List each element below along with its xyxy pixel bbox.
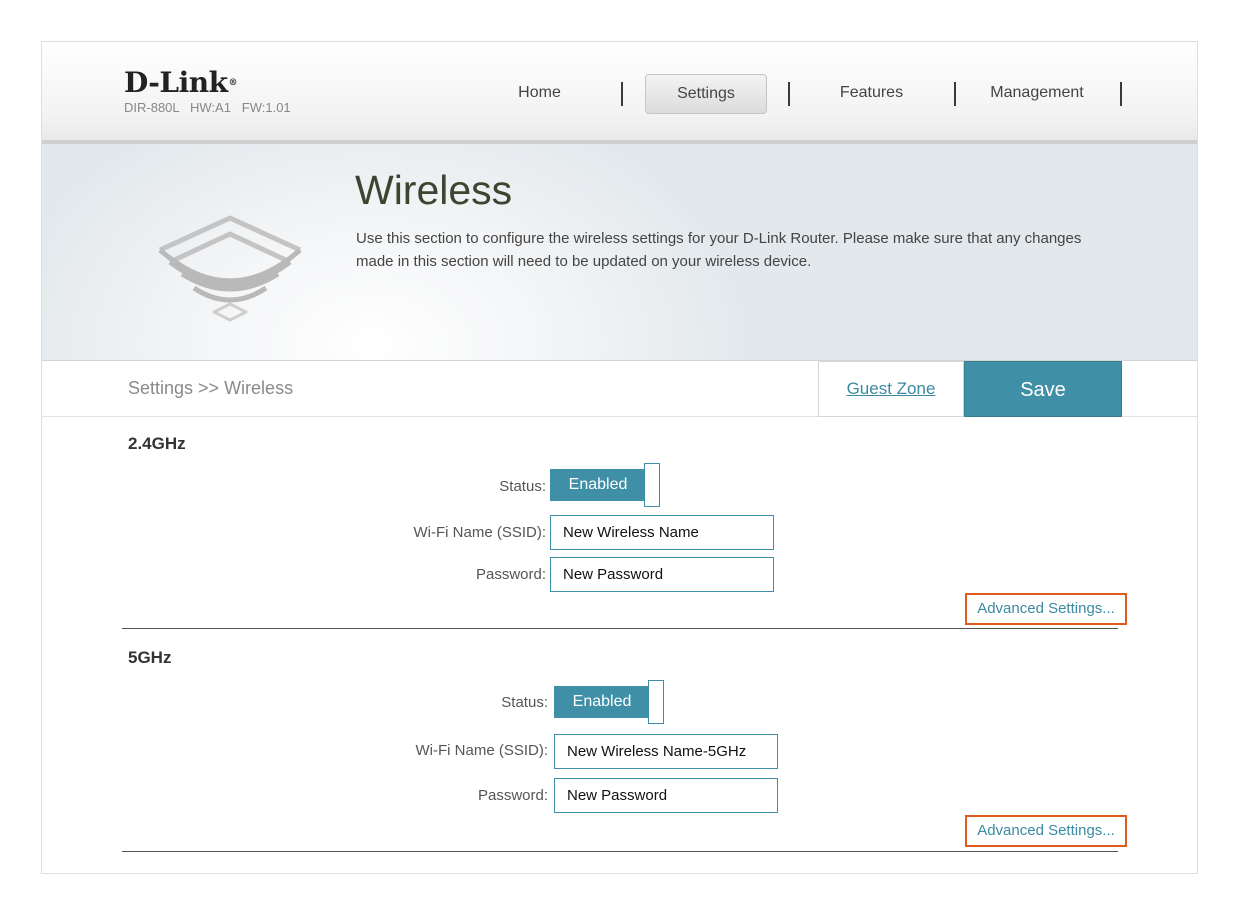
nav-separator xyxy=(1120,82,1122,106)
router-admin-page: D-Link® DIR-880L HW:A1 FW:1.01 Home Sett… xyxy=(41,41,1198,874)
section-divider xyxy=(122,851,1118,852)
status-label: Status: xyxy=(499,478,546,495)
ssid-label: Wi-Fi Name (SSID): xyxy=(413,524,547,541)
status-toggle-5ghz[interactable]: Enabled xyxy=(554,680,666,724)
nav-features[interactable]: Features xyxy=(812,74,931,114)
section-divider xyxy=(122,628,1118,629)
model-info: DIR-880L HW:A1 FW:1.01 xyxy=(124,100,291,115)
nav-home[interactable]: Home xyxy=(482,74,597,114)
dlink-logo: D-Link® xyxy=(124,66,238,99)
nav-settings[interactable]: Settings xyxy=(645,74,767,114)
password-input-2-4ghz[interactable] xyxy=(550,557,774,592)
page-title: Wireless xyxy=(355,167,513,213)
password-label: Password: xyxy=(475,566,546,583)
top-header: D-Link® DIR-880L HW:A1 FW:1.01 Home Sett… xyxy=(42,42,1197,144)
password-label: Password: xyxy=(477,787,548,804)
advanced-settings-link-2-4ghz[interactable]: Advanced Settings... xyxy=(965,593,1127,625)
status-label: Status: xyxy=(501,694,548,711)
status-value: Enabled xyxy=(550,469,646,501)
band-title-2-4ghz: 2.4GHz xyxy=(128,434,186,453)
wifi-signal-icon xyxy=(158,215,302,322)
nav-management[interactable]: Management xyxy=(977,74,1097,114)
toggle-knob[interactable] xyxy=(648,680,664,724)
status-value: Enabled xyxy=(554,686,650,718)
breadcrumb: Settings >> Wireless xyxy=(128,378,294,398)
password-input-5ghz[interactable] xyxy=(554,778,778,813)
page-description: Use this section to configure the wirele… xyxy=(356,230,1082,270)
hero-banner: Wireless Use this section to configure t… xyxy=(42,144,1197,361)
ssid-label: Wi-Fi Name (SSID): xyxy=(415,742,549,759)
nav-separator xyxy=(788,82,790,106)
action-bar: Settings >> Wireless Guest Zone Save xyxy=(42,361,1197,417)
guest-zone-link[interactable]: Guest Zone xyxy=(818,361,964,417)
nav-separator xyxy=(621,82,623,106)
band-title-5ghz: 5GHz xyxy=(128,648,172,667)
status-toggle-2-4ghz[interactable]: Enabled xyxy=(550,463,662,507)
advanced-settings-link-5ghz[interactable]: Advanced Settings... xyxy=(965,815,1127,847)
toggle-knob[interactable] xyxy=(644,463,660,507)
ssid-input-2-4ghz[interactable] xyxy=(550,515,774,550)
save-button[interactable]: Save xyxy=(964,361,1122,417)
nav-separator xyxy=(954,82,956,106)
ssid-input-5ghz[interactable] xyxy=(554,734,778,769)
